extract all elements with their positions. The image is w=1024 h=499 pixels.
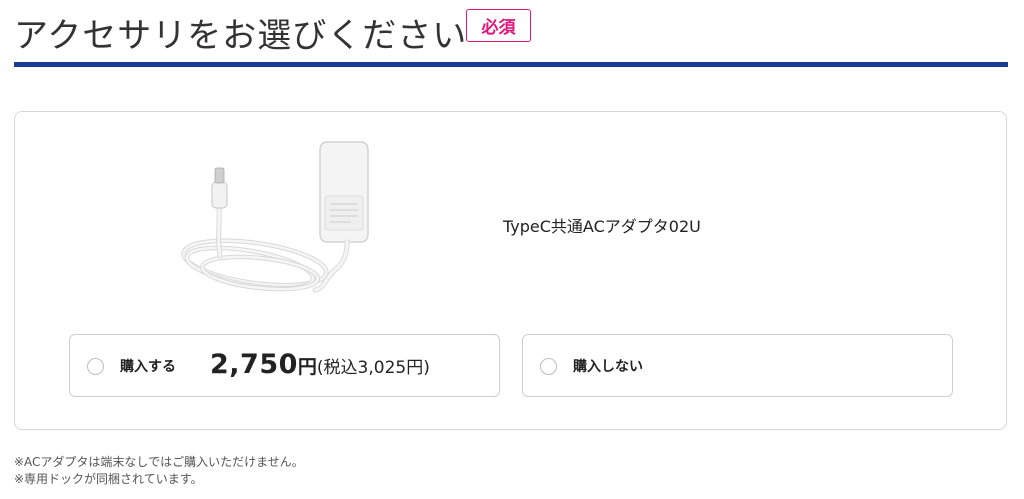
ac-adapter-image — [181, 141, 369, 293]
option-buy[interactable]: 購入する 2,750円(税込3,025円) — [69, 334, 500, 397]
price: 2,750円(税込3,025円) — [210, 349, 430, 380]
section-title: アクセサリをお選びください — [14, 16, 468, 56]
option-no-buy[interactable]: 購入しない — [522, 334, 953, 397]
product-name: TypeC共通ACアダプタ02U — [503, 217, 701, 236]
radio-buy[interactable] — [87, 358, 104, 375]
notes: ※ACアダプタは端末なしではご購入いただけません。 ※専用ドックが同梱されていま… — [14, 454, 304, 488]
note-item: ※ACアダプタは端末なしではご購入いただけません。 — [14, 455, 304, 469]
accessory-card: TypeC共通ACアダプタ02U 購入する 2,750円(税込3,025円) 購… — [14, 111, 1007, 430]
section-header: アクセサリをお選びください 必須 — [14, 0, 1008, 68]
option-buy-label: 購入する — [120, 359, 176, 375]
price-currency: 円 — [297, 356, 317, 378]
required-badge: 必須 — [466, 9, 531, 42]
note-item: ※専用ドックが同梱されています。 — [14, 472, 203, 486]
price-tax-included: (税込3,025円) — [316, 358, 430, 378]
radio-no-buy[interactable] — [540, 358, 557, 375]
option-no-buy-label: 購入しない — [573, 359, 643, 375]
header-divider — [14, 62, 1008, 67]
price-amount: 2,750 — [210, 349, 298, 380]
